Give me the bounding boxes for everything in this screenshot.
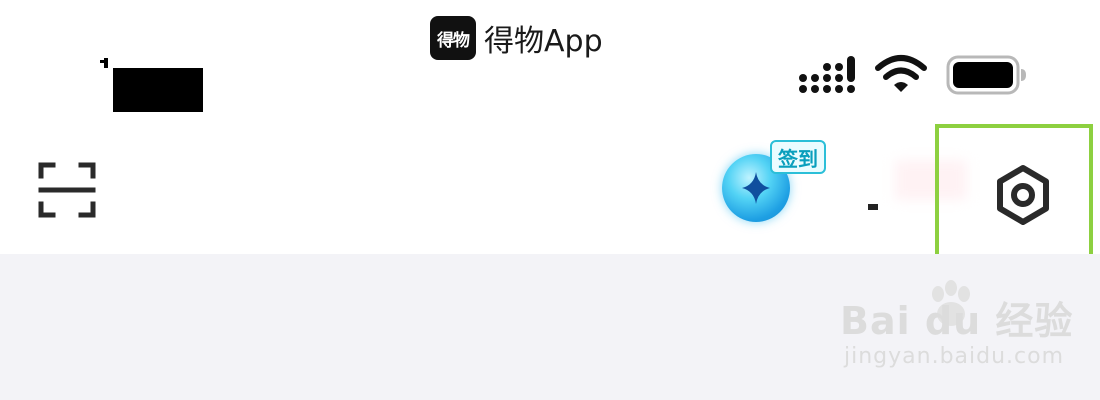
app-logo: 得物 [430,16,476,60]
scan-icon[interactable] [38,162,96,218]
time-fragment [100,58,112,68]
checkin-button[interactable]: 签到 [716,138,836,230]
checkin-badge: 签到 [770,140,826,174]
baidu-watermark: Bai du 经验 jingyan.baidu.com [840,280,1090,380]
app-label: 得物 得物App [430,12,640,64]
time-redacted [113,68,203,112]
watermark-brand: Bai du 经验 [840,299,1074,343]
app-name: 得物App [484,24,603,59]
gear-icon[interactable] [990,162,1056,228]
wifi-icon [875,55,927,92]
watermark-url: jingyan.baidu.com [844,344,1065,369]
screen: 得物 得物App 签到 Bai du 经验 jingyan.baidu.com [0,0,1100,400]
battery-icon [946,55,1026,95]
signal-icon [799,56,855,93]
redacted-mark [868,204,878,210]
